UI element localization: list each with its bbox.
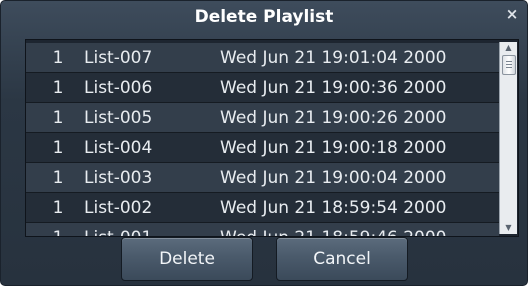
playlist-name: List-005 bbox=[84, 108, 153, 128]
playlist-date: Wed Jun 21 18:59:54 2000 bbox=[220, 198, 447, 218]
cancel-button[interactable]: Cancel bbox=[276, 237, 408, 281]
delete-playlist-dialog: Delete Playlist × 1 List-007 Wed Jun 21 19… bbox=[0, 0, 528, 286]
playlist-date: Wed Jun 21 19:00:04 2000 bbox=[220, 168, 447, 188]
arrow-up-icon[interactable]: ▲ bbox=[500, 42, 517, 54]
item-count: 1 bbox=[52, 168, 64, 188]
playlist-name: List-007 bbox=[84, 48, 153, 68]
playlist-date: Wed Jun 21 19:00:26 2000 bbox=[220, 108, 447, 128]
playlist-date: Wed Jun 21 19:00:18 2000 bbox=[220, 138, 447, 158]
thumb-grip bbox=[506, 61, 512, 62]
list-item[interactable]: 1 List-004 Wed Jun 21 19:00:18 2000 bbox=[26, 133, 499, 163]
close-icon[interactable]: × bbox=[505, 7, 519, 22]
list-item[interactable]: 1 List-001 Wed Jun 21 18:59:46 2000 bbox=[26, 223, 499, 236]
item-count: 1 bbox=[52, 78, 64, 98]
playlist-rows: 1 List-007 Wed Jun 21 19:01:04 2000 1 List-0… bbox=[26, 43, 499, 236]
playlist-name: List-004 bbox=[84, 138, 153, 158]
playlist-name: List-002 bbox=[84, 198, 153, 218]
dialog-title: Delete Playlist bbox=[194, 7, 334, 27]
playlist-name: List-001 bbox=[84, 223, 152, 236]
list-item[interactable]: 1 List-007 Wed Jun 21 19:01:04 2000 bbox=[26, 43, 499, 73]
item-count: 1 bbox=[52, 48, 64, 68]
list-item[interactable]: 1 List-003 Wed Jun 21 19:00:04 2000 bbox=[26, 163, 499, 193]
playlist-list[interactable]: 1 List-007 Wed Jun 21 19:01:04 2000 1 List-0… bbox=[25, 39, 519, 237]
list-item[interactable]: 1 List-002 Wed Jun 21 18:59:54 2000 bbox=[26, 193, 499, 223]
item-count: 1 bbox=[52, 198, 64, 218]
list-item[interactable]: 1 List-005 Wed Jun 21 19:00:26 2000 bbox=[26, 103, 499, 133]
item-count: 1 bbox=[48, 223, 68, 236]
scrollbar-thumb[interactable] bbox=[502, 55, 516, 75]
arrow-down-icon[interactable]: ▼ bbox=[500, 222, 517, 234]
playlist-date: Wed Jun 21 18:59:46 2000 bbox=[220, 223, 447, 236]
vertical-scrollbar[interactable]: ▲ ▼ bbox=[499, 42, 517, 234]
playlist-name: List-003 bbox=[84, 168, 153, 188]
playlist-date: Wed Jun 21 19:01:04 2000 bbox=[220, 48, 447, 68]
playlist-name: List-006 bbox=[84, 78, 153, 98]
delete-button[interactable]: Delete bbox=[121, 237, 253, 281]
list-item[interactable]: 1 List-006 Wed Jun 21 19:00:36 2000 bbox=[26, 73, 499, 103]
thumb-grip bbox=[506, 64, 512, 65]
item-count: 1 bbox=[52, 108, 64, 128]
playlist-date: Wed Jun 21 19:00:36 2000 bbox=[220, 78, 447, 98]
thumb-grip bbox=[506, 67, 512, 68]
item-count: 1 bbox=[52, 138, 64, 158]
